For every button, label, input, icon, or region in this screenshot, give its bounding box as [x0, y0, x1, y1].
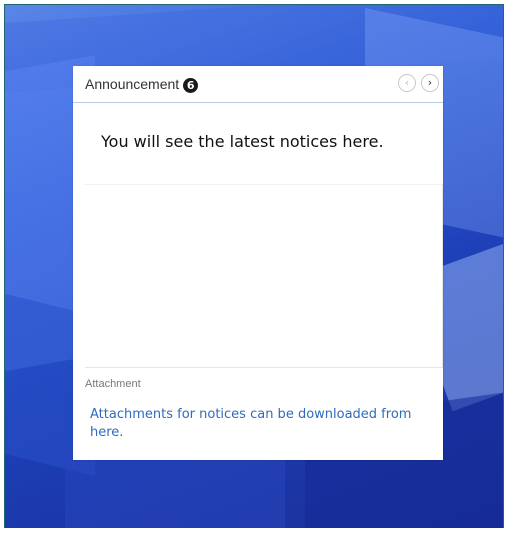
announcement-header: Announcement 6 ‹ ›	[73, 66, 443, 103]
notice-text: You will see the latest notices here.	[101, 132, 384, 151]
notice-content-area	[85, 184, 443, 368]
announcement-title: Announcement 6	[85, 76, 199, 93]
attachment-label: Attachment	[85, 378, 141, 390]
chevron-left-icon: ‹	[404, 76, 410, 89]
next-notice-button[interactable]: ›	[421, 74, 439, 92]
attachment-download-link[interactable]: Attachments for notices can be downloade…	[90, 406, 430, 442]
previous-notice-button[interactable]: ‹	[398, 74, 416, 92]
background-panel	[65, 455, 285, 528]
announcement-count-badge: 6	[183, 78, 199, 93]
announcement-title-label: Announcement	[85, 76, 180, 92]
announcement-card: Announcement 6 ‹ › You will see the lates…	[73, 66, 443, 460]
chevron-right-icon: ›	[427, 76, 433, 89]
